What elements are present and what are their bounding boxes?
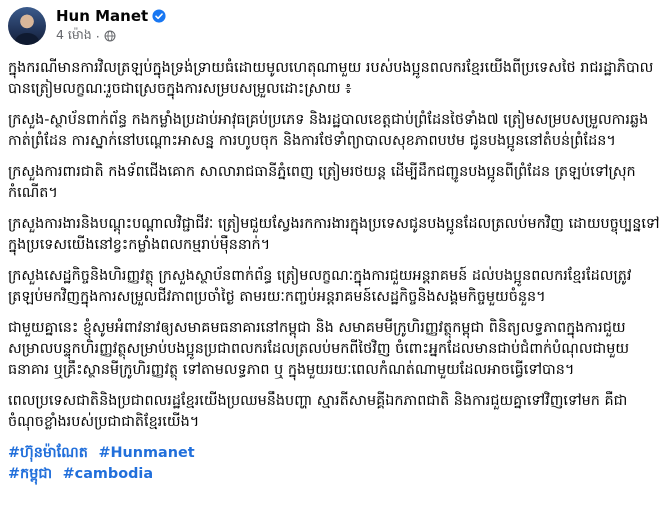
post-paragraph: ក្រសួងការពារជាតិ កងទ័ពជើងគោក សាលារាជធានី…: [8, 164, 636, 201]
post-body: ក្នុងករណីមានការវិលត្រឡប់ក្នុងទ្រង់ទ្រាយធ…: [8, 58, 661, 485]
post-paragraph: ជាមួយគ្នានេះ ខ្ញុំសូមអំពាវនាវឲ្យសមាគមធនា…: [8, 320, 630, 378]
post-timestamp[interactable]: 4 ម៉ោង: [56, 27, 92, 46]
post-paragraph: ក្រសួងការងារនិងបណ្តុះបណ្តាលវិជ្ជាជីវៈ ត្…: [8, 216, 660, 253]
separator-dot: ·: [95, 28, 100, 44]
post-subline: 4 ម៉ោង ·: [56, 27, 166, 46]
post-paragraph: ក្រសួងសេដ្ឋកិច្ចនិងហិរញ្ញវត្ថុ ក្រសួងស្ថ…: [8, 268, 632, 305]
post-paragraph: ពេលប្រទេសជាតិនិងប្រជាពលរដ្ឋខ្មែរយើងប្រឈម…: [8, 393, 628, 430]
hashtag-link[interactable]: #Hunmanet: [98, 445, 194, 461]
author-avatar[interactable]: [8, 7, 46, 45]
globe-icon[interactable]: [104, 30, 116, 42]
post-header: Hun Manet 4 ម៉ោង ·: [8, 6, 661, 46]
hashtags-line-1: #ហ៊ុនម៉ាណែត #Hunmanet: [8, 443, 661, 464]
hashtag-link[interactable]: #cambodia: [63, 466, 153, 482]
hashtag-link[interactable]: #ហ៊ុនម៉ាណែត: [8, 445, 88, 461]
hashtags-line-2: #កម្ពុជា #cambodia: [8, 464, 661, 485]
post-paragraph: ក្នុងករណីមានការវិលត្រឡប់ក្នុងទ្រង់ទ្រាយធ…: [8, 60, 654, 97]
post-paragraph: ក្រសួង-ស្ថាប័នពាក់ព័ន្ធ កងកម្លាំងប្រដាប់…: [8, 112, 649, 149]
verified-badge-icon: [152, 8, 166, 23]
facebook-post: Hun Manet 4 ម៉ោង · ក្នុងករណីមានការវិលត្រ…: [0, 0, 671, 509]
author-name-row: Hun Manet: [56, 7, 166, 25]
author-name[interactable]: Hun Manet: [56, 7, 148, 25]
author-meta: Hun Manet 4 ម៉ោង ·: [56, 7, 166, 46]
hashtag-link[interactable]: #កម្ពុជា: [8, 466, 52, 482]
